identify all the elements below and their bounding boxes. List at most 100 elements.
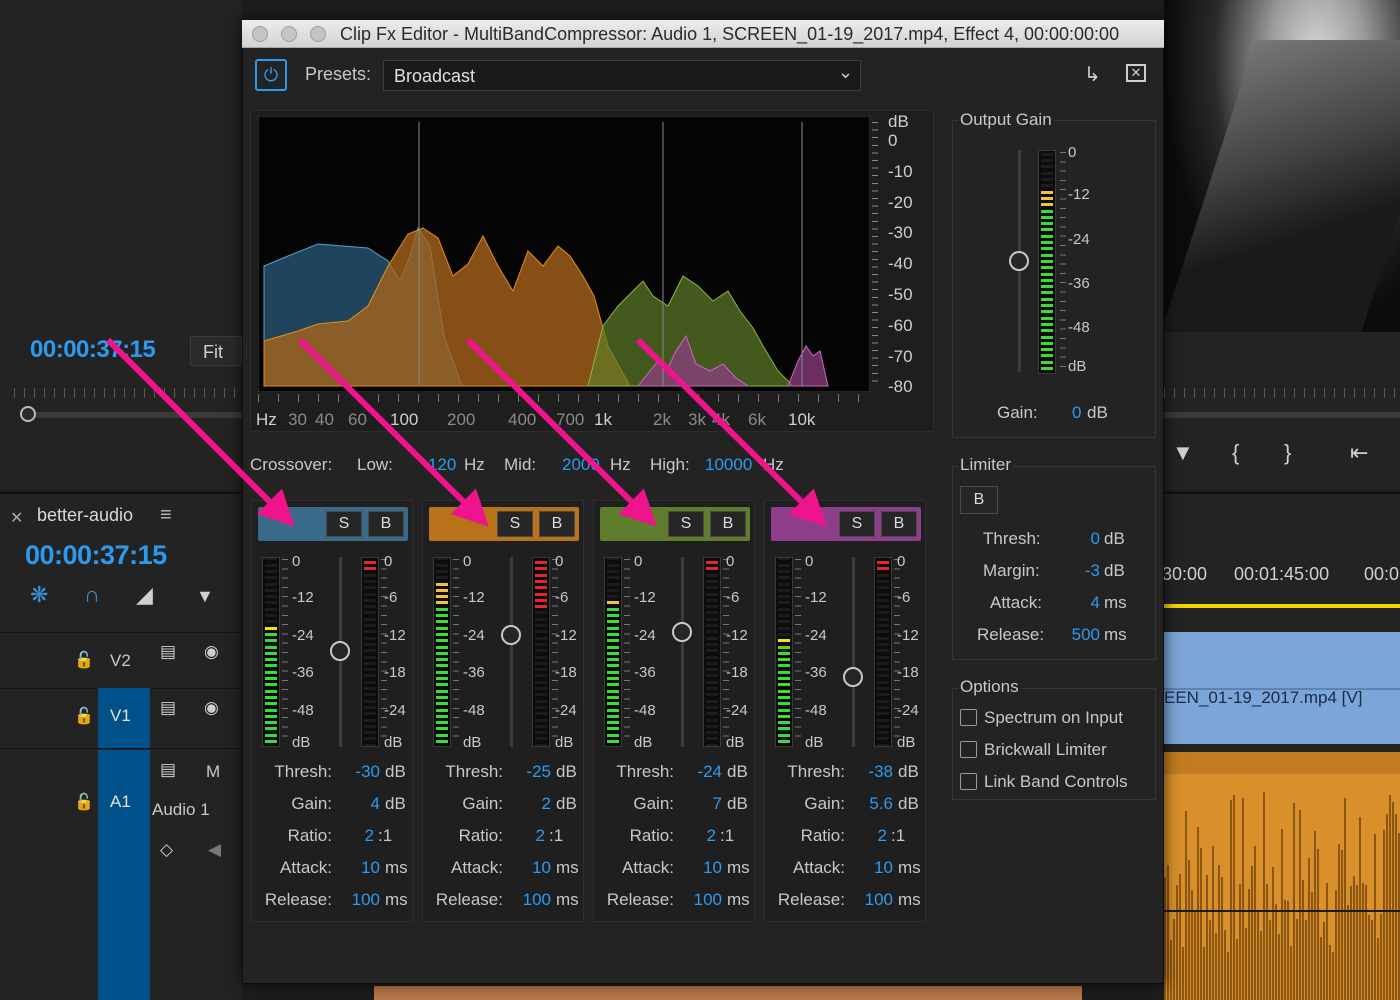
threshold-fader[interactable] [672, 622, 692, 642]
threshold-fader[interactable] [501, 625, 521, 645]
program-timecode[interactable]: 00:00:37:15 [30, 336, 156, 364]
attack-value[interactable]: 10 [495, 858, 551, 878]
linked-selection-icon[interactable]: ◢ [136, 582, 153, 608]
bypass-button[interactable]: B [710, 511, 746, 537]
close-icon[interactable]: ✕ [10, 508, 23, 528]
threshold-fader[interactable] [330, 641, 350, 661]
band-header[interactable]: S B [258, 507, 408, 541]
attack-value[interactable]: 10 [324, 858, 380, 878]
ratio-value[interactable]: 2 [489, 826, 545, 846]
thresh-value[interactable]: -30 [324, 762, 380, 782]
band-header[interactable]: S B [771, 507, 921, 541]
crossover-mid-value[interactable]: 2000 [562, 455, 600, 475]
gain-value[interactable]: 7 [666, 794, 722, 814]
brickwall-limiter-checkbox[interactable]: Brickwall Limiter [960, 740, 1107, 760]
band-header[interactable]: S B [600, 507, 750, 541]
thresh-value[interactable]: -25 [495, 762, 551, 782]
mute-button[interactable]: M [206, 762, 220, 782]
ratio-value[interactable]: 2 [318, 826, 374, 846]
source-patch-a1[interactable] [98, 750, 150, 1000]
sync-lock-icon[interactable]: ▤ [160, 760, 176, 780]
limiter-attack-value[interactable]: 4 [1040, 593, 1100, 613]
solo-button[interactable]: S [668, 511, 704, 537]
bypass-button[interactable]: B [881, 511, 917, 537]
release-value[interactable]: 100 [495, 890, 551, 910]
delete-preset-icon[interactable]: ✕ [1126, 64, 1146, 82]
bypass-button[interactable]: B [368, 511, 404, 537]
release-value[interactable]: 100 [837, 890, 893, 910]
effect-power-button[interactable]: ⏻ [255, 59, 287, 91]
solo-button[interactable]: S [839, 511, 875, 537]
close-window-button[interactable] [252, 26, 268, 42]
threshold-fader[interactable] [843, 667, 863, 687]
video-clip-v2[interactable] [1164, 632, 1400, 688]
threshold-fader-track[interactable] [510, 557, 513, 747]
presets-dropdown[interactable]: Broadcast [383, 60, 861, 91]
zoom-window-button[interactable] [310, 26, 326, 42]
program-scrub-bar-right[interactable] [1164, 412, 1400, 418]
checkbox[interactable] [960, 709, 977, 726]
solo-button[interactable]: S [326, 511, 362, 537]
limiter-bypass-button[interactable]: B [960, 486, 998, 514]
gain-value[interactable]: 2 [495, 794, 551, 814]
sync-lock-icon[interactable]: ▤ [160, 698, 176, 718]
solo-button[interactable]: S [497, 511, 533, 537]
lock-icon[interactable]: 🔓 [74, 706, 94, 726]
link-band-controls-checkbox[interactable]: Link Band Controls [960, 772, 1128, 792]
previous-keyframe-icon[interactable]: ◀ [208, 840, 221, 860]
ratio-value[interactable]: 2 [831, 826, 887, 846]
limiter-thresh-value[interactable]: 0 [1040, 529, 1100, 549]
output-gain-value[interactable]: 0 [1072, 403, 1081, 423]
go-to-in-icon[interactable]: ⇤ [1350, 440, 1368, 466]
menu-icon[interactable]: ≡ [160, 504, 172, 527]
ratio-value[interactable]: 2 [660, 826, 716, 846]
release-value[interactable]: 100 [666, 890, 722, 910]
snap-magnet-icon[interactable]: ∩ [84, 582, 100, 608]
minimize-window-button[interactable] [281, 26, 297, 42]
eye-icon[interactable]: ◉ [204, 642, 219, 662]
checkbox[interactable] [960, 741, 977, 758]
gain-value[interactable]: 4 [324, 794, 380, 814]
volume-rubberband[interactable] [1164, 910, 1400, 912]
thresh-value[interactable]: -38 [837, 762, 893, 782]
thresh-value[interactable]: -24 [666, 762, 722, 782]
checkbox[interactable] [960, 773, 977, 790]
chevron-down-icon[interactable]: ⌄ [838, 62, 853, 83]
program-ruler-right[interactable] [1164, 380, 1400, 410]
sync-lock-icon[interactable]: ▤ [160, 642, 176, 662]
threshold-fader-track[interactable] [852, 557, 855, 747]
marker-icon[interactable]: ▼ [1172, 440, 1194, 466]
program-ruler[interactable] [14, 380, 242, 410]
gain-value[interactable]: 5.6 [837, 794, 893, 814]
routing-icon[interactable]: ↳ [1084, 62, 1101, 87]
spectrum-on-input-checkbox[interactable]: Spectrum on Input [960, 708, 1123, 728]
crossover-low-value[interactable]: 120 [428, 455, 456, 475]
limiter-release-value[interactable]: 500 [1040, 625, 1100, 645]
program-scrub-bar[interactable] [20, 412, 242, 418]
output-gain-fader[interactable] [1009, 251, 1029, 271]
eye-icon[interactable]: ◉ [204, 698, 219, 718]
work-area-bar[interactable] [1164, 604, 1400, 608]
attack-value[interactable]: 10 [666, 858, 722, 878]
presets-label: Presets: [305, 64, 372, 84]
lock-icon[interactable]: 🔓 [74, 792, 94, 812]
threshold-fader-track[interactable] [681, 557, 684, 747]
release-value[interactable]: 100 [324, 890, 380, 910]
mark-in-icon[interactable]: { [1232, 440, 1239, 466]
add-marker-icon[interactable]: ▼ [196, 586, 214, 607]
limiter-margin-value[interactable]: -3 [1040, 561, 1100, 581]
band-header[interactable]: S B [429, 507, 579, 541]
keyframe-icon[interactable]: ◇ [160, 840, 173, 860]
zoom-handle[interactable] [20, 406, 36, 422]
fit-dropdown[interactable]: Fit [190, 336, 242, 366]
sequence-timecode[interactable]: 00:00:37:15 [25, 540, 167, 571]
bypass-button[interactable]: B [539, 511, 575, 537]
crossover-high-value[interactable]: 10000 [705, 455, 752, 475]
lock-icon[interactable]: 🔓 [74, 650, 94, 670]
mark-out-icon[interactable]: } [1284, 440, 1291, 466]
sequence-tab[interactable]: better-audio [37, 505, 133, 526]
audio-clip-a1[interactable] [1164, 752, 1400, 1000]
attack-value[interactable]: 10 [837, 858, 893, 878]
nest-icon[interactable]: ❋ [30, 582, 48, 608]
spectrum-display[interactable] [258, 116, 870, 392]
